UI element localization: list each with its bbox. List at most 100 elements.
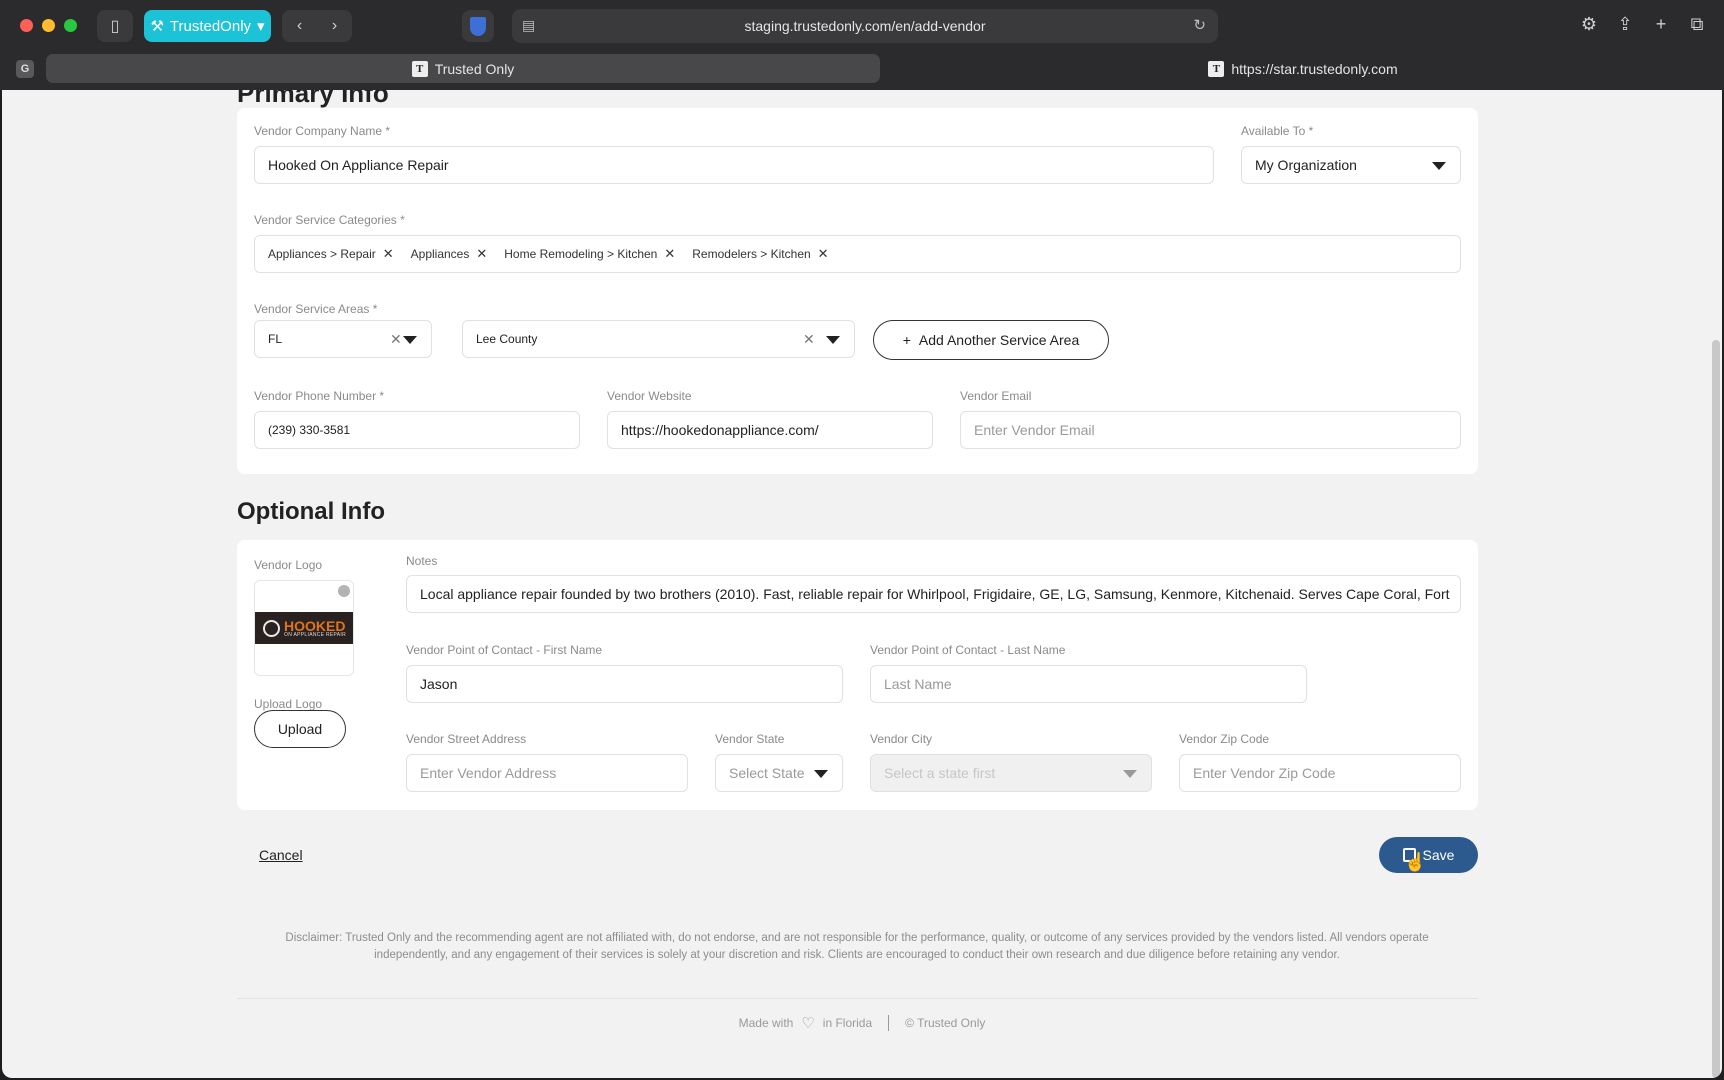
chevron-down-icon bbox=[1432, 162, 1446, 170]
website-label: Vendor Website bbox=[607, 389, 692, 403]
reload-icon[interactable]: ↻ bbox=[1193, 16, 1206, 34]
zip-label: Vendor Zip Code bbox=[1179, 732, 1270, 746]
footer-divider bbox=[237, 998, 1478, 999]
chevron-down-icon bbox=[826, 336, 840, 344]
tab-bar: G T Trusted Only T https://star.trustedo… bbox=[0, 52, 1724, 90]
city-label: Vendor City bbox=[870, 732, 933, 746]
password-manager-button[interactable] bbox=[462, 10, 494, 42]
company-name-input[interactable]: Hooked On Appliance Repair bbox=[254, 146, 1214, 184]
primary-info-heading: Primary Info bbox=[237, 90, 389, 108]
remove-chip-icon[interactable]: ✕ bbox=[664, 246, 675, 262]
first-name-input[interactable]: Jason bbox=[406, 665, 843, 703]
categories-multiselect[interactable]: Appliances > Repair ✕ Appliances ✕ Home Re… bbox=[254, 235, 1461, 273]
url-text: staging.trustedonly.com/en/add-vendor bbox=[744, 18, 986, 34]
phone-input[interactable]: (239) 330-3581 bbox=[254, 411, 580, 449]
footer-in-florida: in Florida bbox=[822, 1016, 873, 1030]
chevron-down-icon bbox=[403, 336, 417, 344]
chevron-down-icon: ▾ bbox=[257, 18, 265, 35]
categories-label: Vendor Service Categories * bbox=[254, 213, 405, 227]
phone-label: Vendor Phone Number * bbox=[254, 389, 385, 403]
last-name-label: Vendor Point of Contact - Last Name bbox=[870, 643, 1066, 657]
address-bar[interactable]: ▤ staging.trustedonly.com/en/add-vendor … bbox=[512, 9, 1218, 43]
tab-trusted-only[interactable]: T Trusted Only bbox=[46, 54, 880, 83]
browser-chrome: ▯ ⚒ TrustedOnly ▾ ‹ › ▤ staging.trustedo… bbox=[0, 0, 1724, 90]
back-icon[interactable]: ‹ bbox=[297, 17, 302, 35]
tab-overview-icon[interactable]: ⧉ bbox=[1685, 14, 1709, 35]
hammer-icon: ⚒ bbox=[150, 18, 164, 35]
first-name-label: Vendor Point of Contact - First Name bbox=[406, 643, 603, 657]
favicon-icon: T bbox=[1208, 60, 1225, 77]
city-select: Select a state first bbox=[870, 754, 1152, 792]
optional-info-card: Vendor Logo HOOKED ON APPLIANCE REPAIR U… bbox=[237, 540, 1478, 810]
company-name-label: Vendor Company Name * bbox=[254, 124, 391, 138]
tab-label: Trusted Only bbox=[434, 60, 515, 77]
state-select-value: Select State bbox=[729, 765, 805, 781]
remove-chip-icon[interactable]: ✕ bbox=[476, 246, 487, 262]
category-chip: Appliances ✕ bbox=[410, 246, 488, 262]
gear-icon[interactable]: ⚙ bbox=[1577, 14, 1601, 35]
city-select-value: Select a state first bbox=[884, 765, 996, 781]
footer: Made with ♡ in Florida © Trusted Only bbox=[2, 1014, 1722, 1032]
upload-logo-label: Upload Logo bbox=[254, 697, 323, 711]
tab-group-badge[interactable]: G bbox=[16, 60, 34, 78]
street-input[interactable]: Enter Vendor Address bbox=[406, 754, 688, 792]
remove-chip-icon[interactable]: ✕ bbox=[383, 246, 394, 262]
share-icon[interactable]: ⇪ bbox=[1613, 14, 1637, 35]
forward-icon[interactable]: › bbox=[332, 17, 337, 35]
clear-icon[interactable]: ✕ bbox=[803, 331, 815, 348]
service-area-county-select[interactable]: Lee County ✕ bbox=[462, 320, 855, 358]
state-label: Vendor State bbox=[715, 732, 785, 746]
browser-toolbar: ▯ ⚒ TrustedOnly ▾ ‹ › ▤ staging.trustedo… bbox=[0, 0, 1724, 52]
chevron-down-icon bbox=[1123, 770, 1137, 778]
last-name-input[interactable]: Last Name bbox=[870, 665, 1307, 703]
category-chip: Appliances > Repair ✕ bbox=[268, 246, 394, 262]
add-service-area-label: Add Another Service Area bbox=[918, 332, 1080, 348]
profile-label: TrustedOnly bbox=[169, 17, 252, 35]
available-to-select[interactable]: My Organization bbox=[1241, 146, 1461, 184]
profile-switcher-button[interactable]: ⚒ TrustedOnly ▾ bbox=[144, 10, 271, 42]
page-scrollbar[interactable] bbox=[1712, 340, 1720, 1078]
remove-chip-icon[interactable]: ✕ bbox=[818, 246, 829, 262]
hook-logo-icon bbox=[263, 619, 280, 637]
page-settings-icon[interactable]: ▤ bbox=[522, 17, 535, 34]
notes-label: Notes bbox=[406, 554, 438, 568]
chevron-down-icon bbox=[814, 770, 828, 778]
footer-made-with: Made with bbox=[738, 1016, 794, 1030]
vendor-logo-label: Vendor Logo bbox=[254, 558, 323, 572]
tab-label: https://star.trustedonly.com bbox=[1231, 60, 1398, 77]
available-to-value: My Organization bbox=[1255, 157, 1357, 173]
email-label: Vendor Email bbox=[960, 389, 1032, 403]
logo-wordmark: HOOKED ON APPLIANCE REPAIR bbox=[284, 617, 347, 638]
service-areas-label: Vendor Service Areas * bbox=[254, 302, 378, 316]
cancel-button[interactable]: Cancel bbox=[259, 847, 303, 863]
plus-icon: + bbox=[902, 332, 911, 348]
email-input[interactable]: Enter Vendor Email bbox=[960, 411, 1461, 449]
category-chip: Remodelers > Kitchen ✕ bbox=[692, 246, 829, 262]
street-label: Vendor Street Address bbox=[406, 732, 527, 746]
zip-input[interactable]: Enter Vendor Zip Code bbox=[1179, 754, 1461, 792]
optional-info-title: Optional Info bbox=[237, 498, 385, 525]
new-tab-icon[interactable]: + bbox=[1649, 14, 1673, 35]
shield-icon bbox=[470, 16, 486, 36]
sidebar-icon: ▯ bbox=[110, 18, 120, 35]
service-area-county-value: Lee County bbox=[476, 332, 538, 346]
tab-star-trusted-only[interactable]: T https://star.trustedonly.com bbox=[890, 54, 1716, 83]
maximize-window-button[interactable] bbox=[64, 19, 77, 32]
state-select[interactable]: Select State bbox=[715, 754, 843, 792]
save-button[interactable]: Save bbox=[1379, 837, 1478, 873]
vendor-logo-image: HOOKED ON APPLIANCE REPAIR bbox=[255, 612, 353, 644]
upload-logo-button[interactable]: Upload bbox=[254, 710, 346, 748]
minimize-window-button[interactable] bbox=[42, 19, 55, 32]
close-window-button[interactable] bbox=[20, 19, 33, 32]
notes-input[interactable]: Local appliance repair founded by two br… bbox=[406, 575, 1461, 613]
service-area-state-select[interactable]: FL ✕ bbox=[254, 320, 432, 358]
remove-logo-icon[interactable] bbox=[338, 585, 350, 597]
category-chip: Home Remodeling > Kitchen ✕ bbox=[504, 246, 676, 262]
primary-info-card: Vendor Company Name * Hooked On Applianc… bbox=[237, 108, 1478, 474]
website-input[interactable]: https://hookedonappliance.com/ bbox=[607, 411, 933, 449]
sidebar-toggle-button[interactable]: ▯ bbox=[97, 10, 133, 42]
page-viewport: Primary Info Vendor Company Name * Hooke… bbox=[2, 90, 1722, 1078]
save-label: Save bbox=[1422, 847, 1455, 863]
clear-icon[interactable]: ✕ bbox=[390, 331, 402, 348]
add-service-area-button[interactable]: + Add Another Service Area bbox=[873, 320, 1109, 360]
